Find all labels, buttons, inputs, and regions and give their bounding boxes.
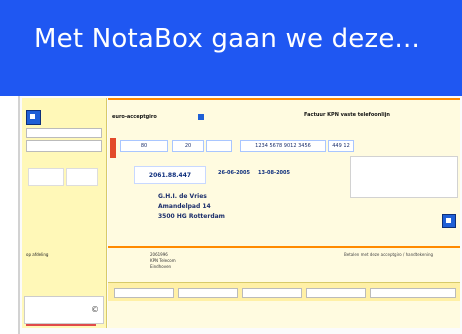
field-1[interactable]: 80 [120,140,168,152]
copyright-icon: © [91,305,99,314]
left-panel-label: op afdeling [26,252,49,257]
payment-note-line-1: Betalen met deze acceptgiro / handtekeni… [344,252,434,257]
recipient-street: Amandelpad 14 [158,203,211,210]
red-marker [110,138,116,158]
left-panel-title [26,102,100,110]
date-1: 26-06-2005 [218,170,250,176]
left-field-2[interactable] [26,140,102,152]
left-panel: op afdeling © [22,98,107,328]
right-panel-box [350,156,458,198]
field-2[interactable]: 20 [172,140,204,152]
table-cell-1 [114,288,174,298]
left-red-line [26,324,96,326]
table-cell-3 [242,288,302,298]
invoice-main: euro-acceptgiro Factuur KPN vaste telefo… [108,98,460,328]
invoice-title: Factuur KPN vaste telefoonlijn [304,112,390,118]
detail-key-3 [110,264,142,270]
date-2: 13-08-2005 [258,170,290,176]
left-box-2 [66,168,98,186]
blue-square-icon [198,114,204,120]
amount-field[interactable]: 2061.88.447 [134,166,206,184]
recipient-name: G.H.I. de Vries [158,193,207,200]
detail-row-3: Eindhoven [110,264,310,270]
header-banner: Met NotaBox gaan we deze... [0,0,462,96]
document-icon[interactable] [26,110,41,125]
table-cell-5 [370,288,456,298]
left-field-1[interactable] [26,128,102,138]
document-icon-right[interactable] [442,214,456,228]
left-footer-box: © [24,296,104,324]
payment-note: Betalen met deze acceptgiro / handtekeni… [344,252,458,258]
table-cell-4 [306,288,366,298]
recipient-address: G.H.I. de Vries Amandelpad 14 3500 HG Ro… [158,192,298,222]
field-4[interactable]: 449 12 [328,140,354,152]
detail-value-3: Eindhoven [150,264,172,269]
page-title: Met NotaBox gaan we deze... [34,24,420,54]
table-cell-2 [178,288,238,298]
invoice-table [108,282,460,301]
top-divider [108,98,460,100]
field-3[interactable]: 1234 5678 9012 3456 [240,140,326,152]
field-empty[interactable] [206,140,232,152]
left-box-1 [28,168,64,186]
middle-divider [108,246,460,248]
details-rows: 2061996 KPN Telecom Eindhoven [110,252,310,270]
invoice-form: op afdeling © euro-acceptgiro Factuur KP… [22,98,462,328]
recipient-city: 3500 HG Rotterdam [158,213,225,220]
euro-acceptgiro-label: euro-acceptgiro [112,114,157,120]
